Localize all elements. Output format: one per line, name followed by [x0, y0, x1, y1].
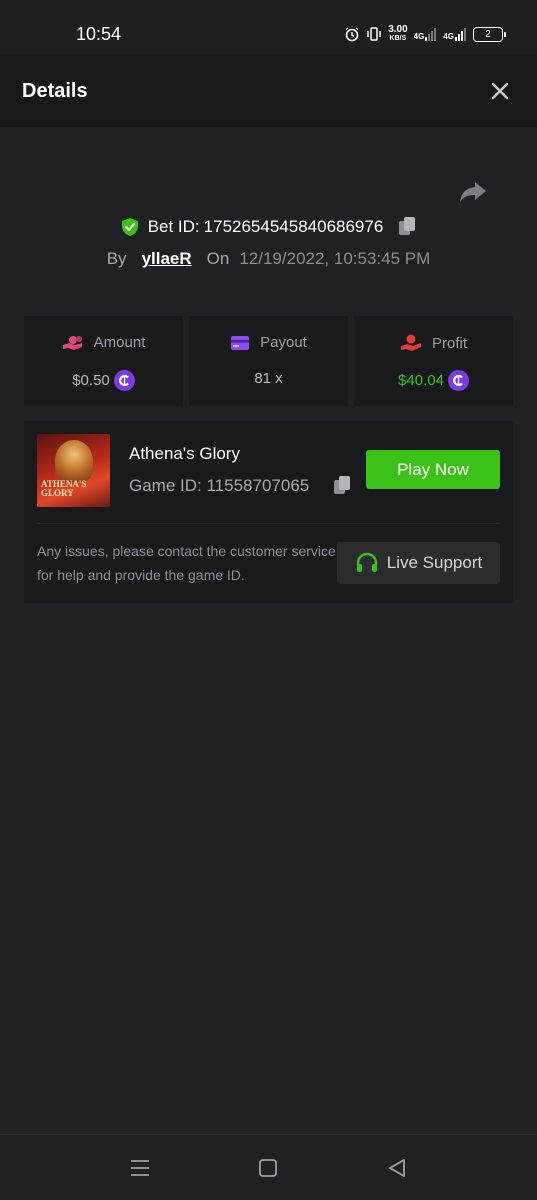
battery-level: 2 [485, 28, 491, 40]
signal-bars-icon [425, 28, 437, 41]
copy-icon[interactable] [332, 475, 352, 497]
card-icon [231, 335, 250, 350]
amount-label-row: Amount [24, 334, 183, 351]
network-type-2: 4G [443, 32, 454, 41]
alarm-icon [345, 27, 359, 42]
profit-hand-icon [400, 334, 421, 351]
bet-id-value: 1752654545840686976 [203, 217, 384, 236]
status-icons: 3.00 KB/S 4G 4G 2 [344, 22, 506, 46]
payout-value: 81 x [254, 370, 283, 387]
payout-label: Payout [260, 334, 307, 351]
bet-id-row: Bet ID: 1752654545840686976 [0, 216, 537, 238]
amount-label: Amount [93, 334, 146, 351]
verified-shield-icon [121, 218, 138, 236]
status-bar: 10:54 3.00 KB/S 4G 4G 2 [0, 0, 537, 54]
copy-icon[interactable] [397, 216, 417, 238]
game-id-row: Game ID: 11558707065 [129, 476, 309, 496]
signal-bars-icon [455, 28, 466, 41]
bet-id-label: Bet ID: [147, 217, 200, 236]
status-time: 10:54 [76, 24, 122, 44]
menu-icon[interactable] [129, 1157, 151, 1179]
payout-stat: Payout 81 x [189, 316, 348, 406]
profit-value: $40.04 [398, 372, 444, 389]
coin-icon [447, 370, 469, 391]
live-support-button[interactable]: Live Support [337, 542, 500, 584]
page-title: Details [22, 80, 88, 102]
system-nav-bar [0, 1134, 537, 1200]
headset-icon [356, 552, 377, 572]
bet-date: 12/19/2022, 10:53:45 PM [239, 249, 431, 268]
game-id-value: 11558707065 [206, 476, 310, 495]
signal-1: 4G [414, 27, 438, 41]
home-icon[interactable] [257, 1157, 279, 1179]
game-title: Athena's Glory [129, 444, 240, 463]
back-icon[interactable] [386, 1157, 408, 1179]
by-label: By [106, 249, 127, 268]
coin-icon [113, 370, 135, 391]
details-header: Details [0, 54, 537, 127]
username-link[interactable]: yllaeR [142, 249, 192, 269]
divider [37, 523, 500, 524]
hand-coins-icon [62, 335, 82, 350]
game-thumbnail[interactable]: ATHENA'S GLORY [37, 434, 110, 507]
battery-icon: 2 [473, 26, 506, 42]
play-now-button[interactable]: Play Now [366, 450, 500, 489]
profit-label-row: Profit [354, 334, 513, 352]
profit-label: Profit [431, 334, 467, 352]
payout-value-row: 81 x [189, 370, 348, 387]
game-id-label: Game ID: [129, 476, 202, 495]
amount-stat: Amount $0.50 [24, 316, 183, 406]
bet-author-row: By yllaeR On 12/19/2022, 10:53:45 PM [0, 249, 537, 269]
share-icon[interactable] [458, 176, 488, 206]
game-artwork [55, 440, 93, 482]
amount-value-row: $0.50 [24, 370, 183, 391]
help-text: Any issues, please contact the customer … [37, 543, 336, 583]
amount-value: $0.50 [72, 372, 110, 389]
game-thumbnail-text: ATHENA'S GLORY [41, 479, 87, 498]
game-card: ATHENA'S GLORY Athena's Glory Game ID: 1… [24, 421, 513, 603]
payout-label-row: Payout [189, 334, 348, 351]
signal-2: 4G [443, 27, 467, 41]
profit-stat: Profit $40.04 [354, 316, 513, 406]
network-type-1: 4G [413, 32, 425, 41]
network-speed-value: 3.00 [388, 24, 408, 35]
live-support-label: Live Support [386, 553, 483, 572]
on-label: On [206, 249, 230, 268]
network-speed: 3.00 KB/S [388, 25, 407, 43]
vibrate-icon [367, 27, 381, 41]
profit-value-row: $40.04 [354, 370, 513, 391]
network-speed-unit: KB/S [389, 35, 407, 42]
close-icon[interactable] [489, 80, 511, 102]
